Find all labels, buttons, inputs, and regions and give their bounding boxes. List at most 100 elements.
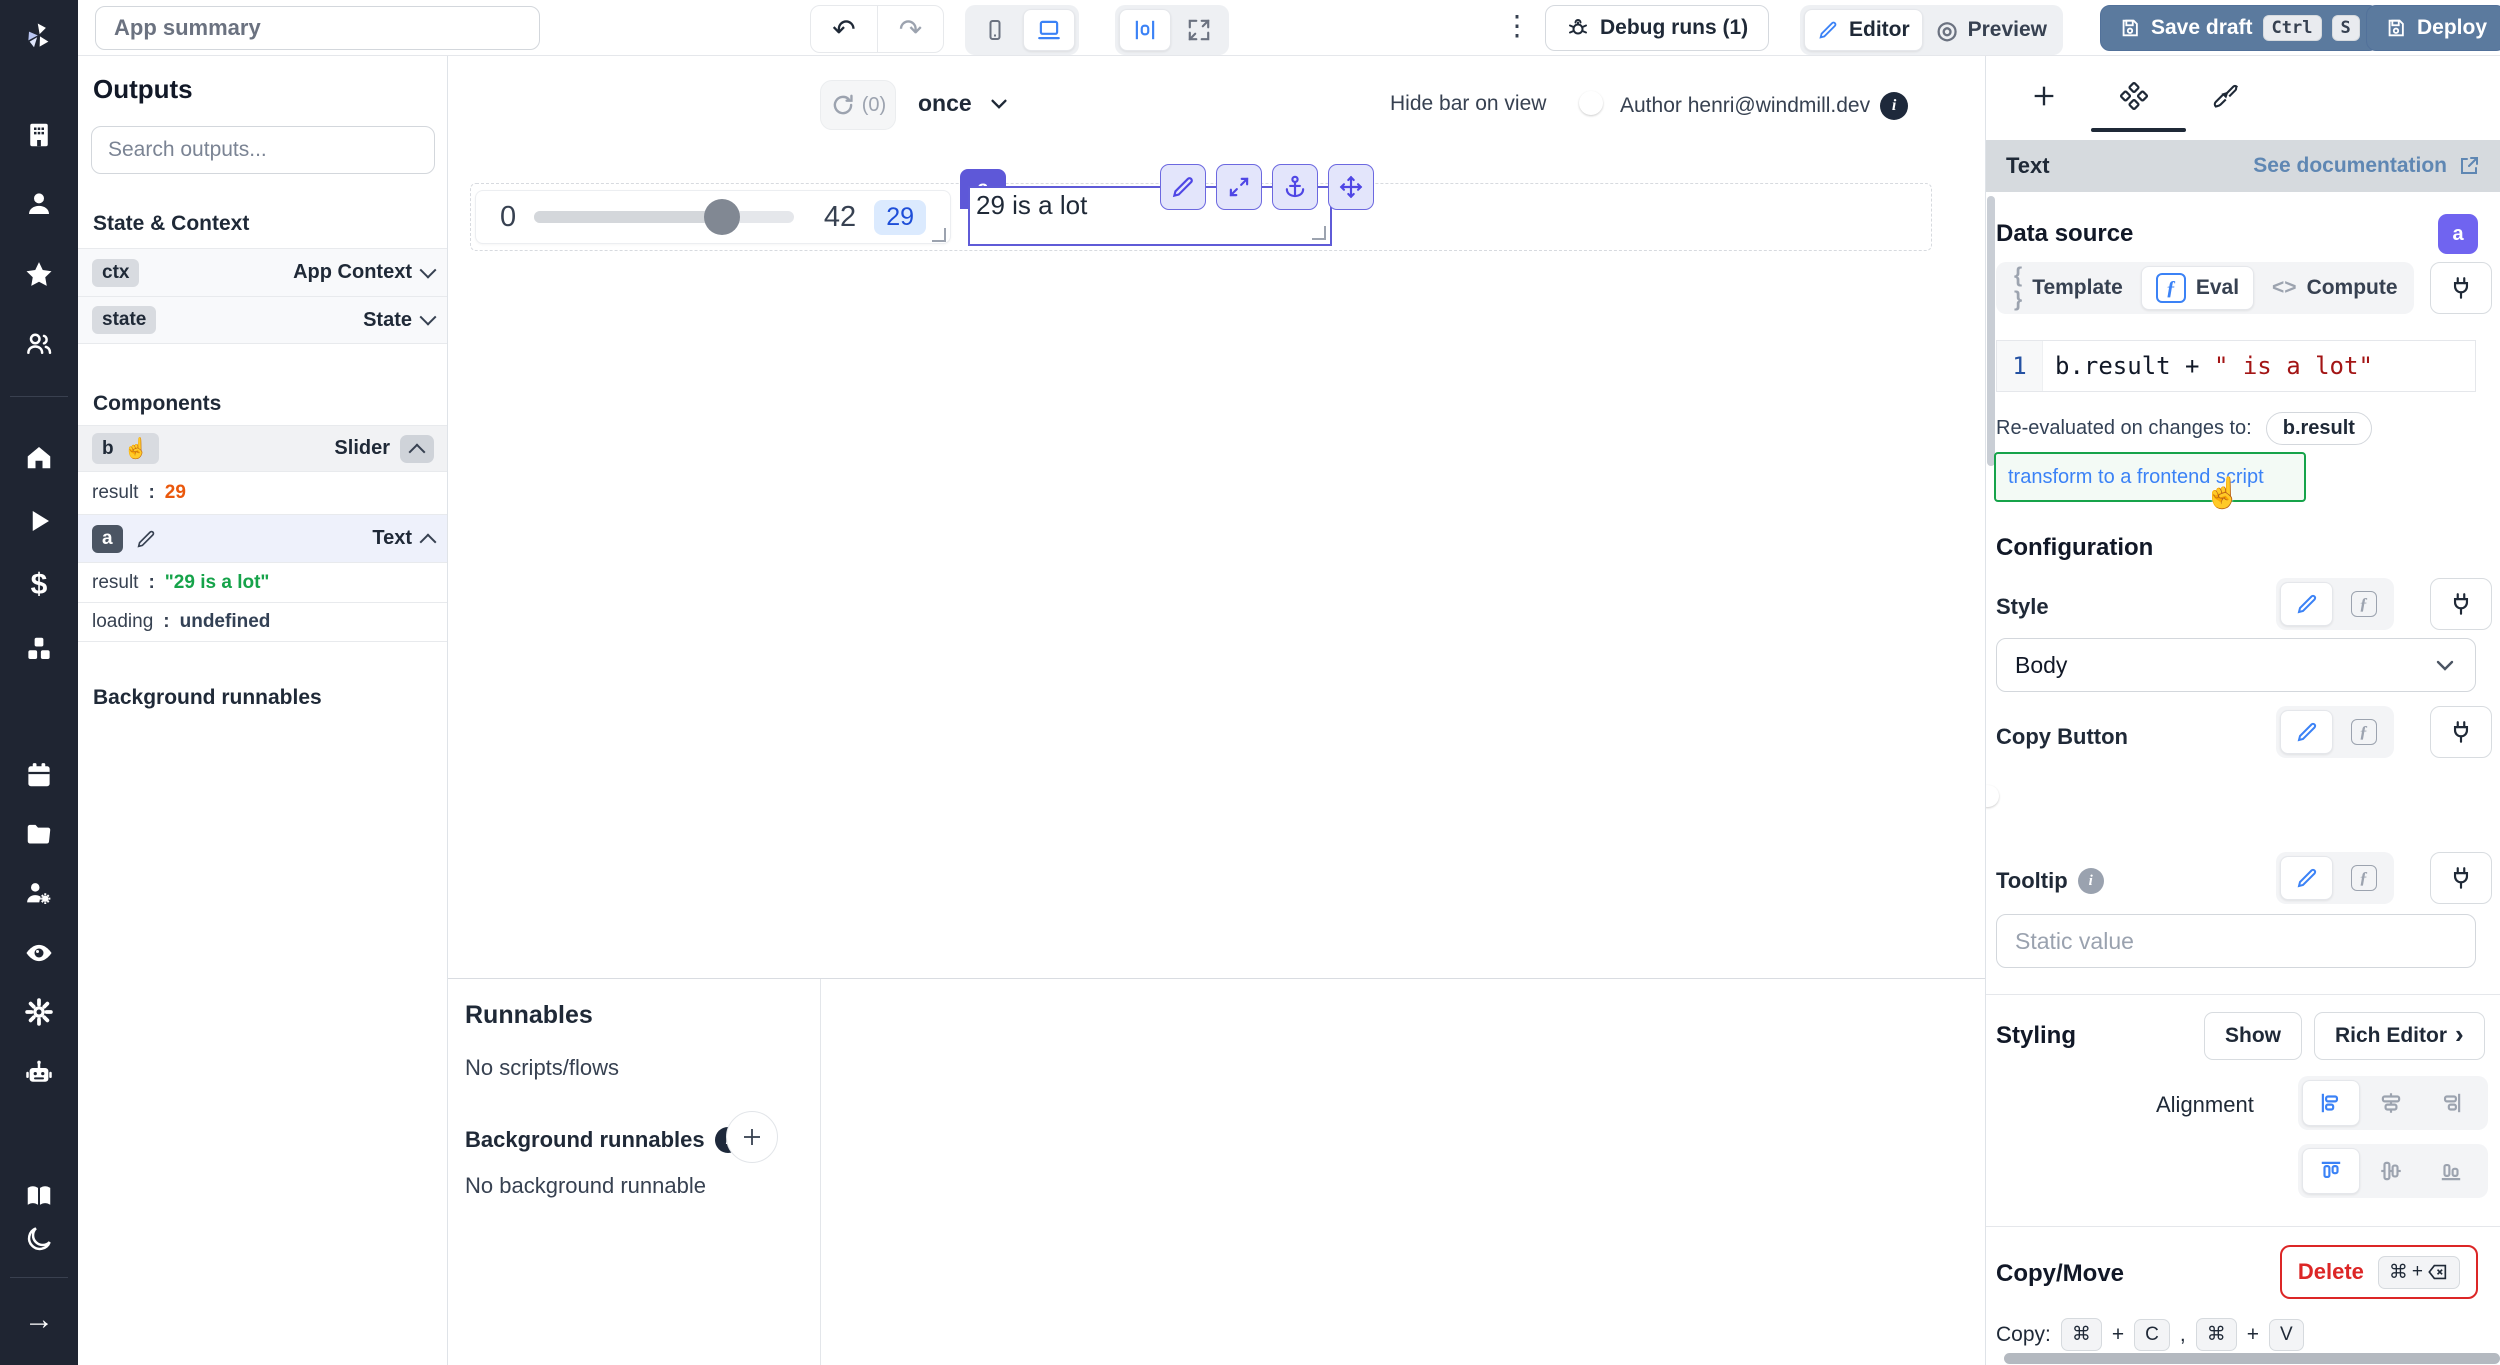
maximize-icon xyxy=(1226,174,1252,200)
connect-plug-button[interactable] xyxy=(2430,262,2492,314)
state-row[interactable]: state State xyxy=(78,296,448,344)
function-icon: ƒ xyxy=(2351,865,2377,891)
redo-button[interactable]: ↷ xyxy=(877,6,943,52)
runnables-panel: Runnables No scripts/flows Background ru… xyxy=(448,978,1985,1365)
slider-track[interactable] xyxy=(534,211,794,223)
external-link-icon xyxy=(2457,154,2481,178)
schedules-calendar-icon[interactable] xyxy=(17,753,61,797)
app-summary-input[interactable] xyxy=(95,6,540,50)
style-select[interactable]: Body xyxy=(1996,638,2476,692)
favorites-star-icon[interactable] xyxy=(17,252,61,296)
component-b-row[interactable]: b ☝ Slider xyxy=(78,425,448,471)
static-pencil-button[interactable] xyxy=(2280,582,2333,626)
chevron-up-icon[interactable] xyxy=(420,533,437,550)
groups-icon[interactable] xyxy=(17,322,61,366)
info-icon[interactable]: i xyxy=(1880,92,1908,120)
align-bottom-button[interactable] xyxy=(2422,1148,2480,1194)
ai-robot-icon[interactable] xyxy=(17,1051,61,1095)
chevron-down-icon xyxy=(420,261,437,278)
theme-tab[interactable] xyxy=(2194,66,2254,126)
search-outputs-input[interactable] xyxy=(91,126,435,174)
debug-runs-button[interactable]: Debug runs (1) xyxy=(1545,5,1769,51)
add-background-runnable-button[interactable] xyxy=(726,1111,778,1163)
audit-eye-icon[interactable] xyxy=(17,931,61,975)
info-icon[interactable]: i xyxy=(2078,868,2104,894)
component-settings-tab[interactable] xyxy=(2104,66,2164,126)
show-styling-button[interactable]: Show xyxy=(2204,1012,2302,1060)
desktop-view-button[interactable] xyxy=(1023,9,1075,51)
move-button[interactable] xyxy=(1328,164,1374,210)
eval-fx-button[interactable]: ƒ xyxy=(2337,582,2390,626)
eval-code-editor[interactable]: 1 b.result + " is a lot" xyxy=(1996,340,2476,392)
scrollbar-thumb[interactable] xyxy=(1987,196,1995,466)
windmill-app-editor: $ → xyxy=(0,0,2500,1365)
ctx-key-badge: ctx xyxy=(92,259,139,287)
dark-mode-moon-icon[interactable] xyxy=(17,1217,61,1261)
app-canvas: (0) once Hide bar on view Author henri@w… xyxy=(448,56,1985,978)
variables-dollar-icon[interactable]: $ xyxy=(17,563,61,607)
eval-fx-button[interactable]: ƒ xyxy=(2337,856,2390,900)
ctx-row[interactable]: ctx App Context xyxy=(78,248,448,296)
undo-button[interactable]: ↶ xyxy=(811,6,877,52)
expand-button[interactable] xyxy=(1216,164,1262,210)
slider-component[interactable]: 0 42 29 xyxy=(475,190,951,244)
pencil-icon xyxy=(2295,720,2319,744)
delete-component-button[interactable]: Delete ⌘+ xyxy=(2280,1245,2478,1299)
folders-icon[interactable] xyxy=(17,812,61,856)
hide-bar-label: Hide bar on view xyxy=(1390,92,1546,116)
static-pencil-button[interactable] xyxy=(2280,856,2333,900)
align-right-button[interactable] xyxy=(2422,1080,2480,1126)
layout-toggle-group xyxy=(1115,5,1229,55)
compute-tab[interactable]: <> Compute xyxy=(2258,266,2412,310)
transform-to-frontend-script-button[interactable]: transform to a frontend script xyxy=(1994,452,2306,502)
v-kbd: V xyxy=(2269,1319,2304,1351)
run-mode-select[interactable]: once xyxy=(918,90,1010,117)
edit-pencil-button[interactable] xyxy=(1160,164,1206,210)
home-icon[interactable] xyxy=(17,435,61,479)
eval-tab[interactable]: ƒ Eval xyxy=(2141,266,2254,310)
see-documentation-link[interactable]: See documentation xyxy=(2253,154,2481,178)
user-icon[interactable] xyxy=(17,182,61,226)
connect-plug-button[interactable] xyxy=(2430,852,2492,904)
static-pencil-button[interactable] xyxy=(2280,710,2333,754)
slider-handle[interactable] xyxy=(704,199,740,235)
tooltip-static-value-input[interactable] xyxy=(1996,914,2476,968)
connect-plug-button[interactable] xyxy=(2430,578,2492,630)
refresh-button[interactable]: (0) xyxy=(820,80,896,130)
windmill-logo[interactable] xyxy=(17,14,61,58)
workspace-icon[interactable] xyxy=(17,113,61,157)
resize-handle[interactable] xyxy=(932,228,946,242)
horizontal-scrollbar[interactable] xyxy=(2004,1353,2500,1364)
connect-plug-button[interactable] xyxy=(2430,706,2492,758)
paintbrush-icon xyxy=(2210,82,2238,110)
align-center-horizontal-button[interactable] xyxy=(2362,1080,2420,1126)
align-top-button[interactable] xyxy=(2302,1148,2360,1194)
settings-gear-icon[interactable] xyxy=(17,990,61,1034)
mobile-view-button[interactable] xyxy=(969,9,1021,51)
insert-component-tab[interactable] xyxy=(2014,66,2074,126)
vertical-align-group xyxy=(2298,1144,2488,1198)
anchor-button[interactable] xyxy=(1272,164,1318,210)
deploy-button[interactable]: Deploy xyxy=(2366,5,2500,51)
eval-fx-button[interactable]: ƒ xyxy=(2337,710,2390,754)
workers-users-gear-icon[interactable] xyxy=(17,871,61,915)
runs-play-icon[interactable] xyxy=(17,499,61,543)
rich-editor-button[interactable]: Rich Editor › xyxy=(2314,1012,2485,1060)
dependency-pill[interactable]: b.result xyxy=(2266,412,2372,445)
component-a-row[interactable]: a Text xyxy=(78,514,448,562)
more-options-kebab-icon[interactable]: ⋮ xyxy=(1503,12,1531,40)
editor-tab[interactable]: Editor xyxy=(1804,9,1923,51)
center-content-button[interactable] xyxy=(1119,9,1171,51)
collapse-chevron-badge[interactable] xyxy=(400,435,434,463)
fullscreen-canvas-button[interactable] xyxy=(1173,9,1225,51)
align-middle-button[interactable] xyxy=(2362,1148,2420,1194)
docs-book-icon[interactable] xyxy=(17,1174,61,1218)
resources-cubes-icon[interactable] xyxy=(17,627,61,671)
collapse-arrow-icon[interactable]: → xyxy=(17,1298,61,1342)
template-tab[interactable]: { } Template xyxy=(2000,266,2137,310)
preview-tab[interactable]: ◎ Preview xyxy=(1925,9,2059,51)
save-draft-button[interactable]: Save draft Ctrl S xyxy=(2100,5,2379,51)
components-diamonds-icon xyxy=(2119,81,2149,111)
resize-handle[interactable] xyxy=(1312,226,1326,240)
align-left-button[interactable] xyxy=(2302,1080,2360,1126)
